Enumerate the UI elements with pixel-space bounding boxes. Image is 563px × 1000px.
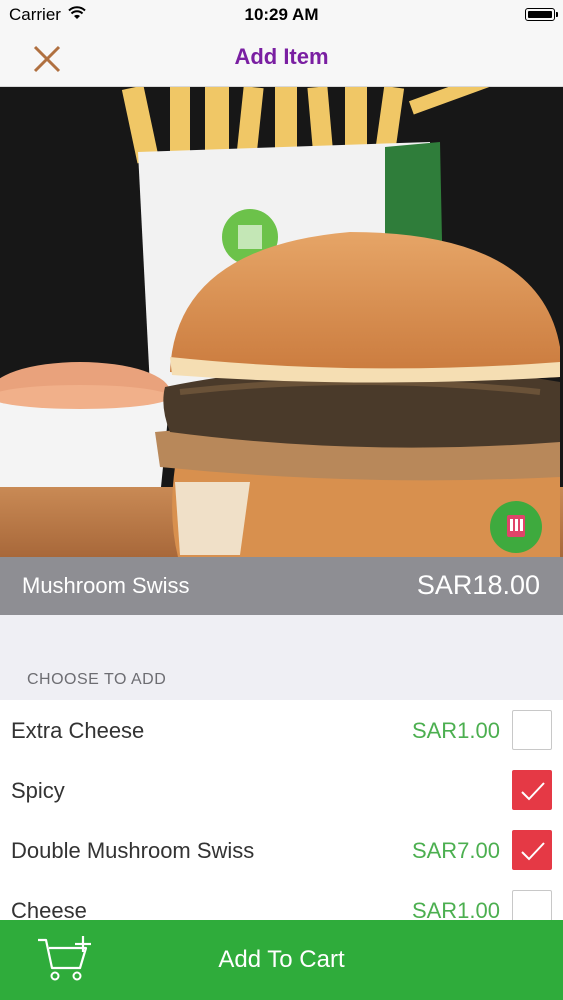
page-title: Add Item — [234, 44, 329, 69]
checkmark-icon — [521, 842, 545, 861]
status-bar: Carrier 10:29 AM — [0, 0, 563, 30]
navigation-bar: Add Item — [0, 30, 563, 87]
option-row-spicy[interactable]: Spicy — [0, 760, 563, 820]
clock: 10:29 AM — [244, 5, 319, 24]
item-photo — [0, 87, 563, 557]
option-price: SAR7.00 — [411, 838, 500, 863]
item-name: Mushroom Swiss — [22, 573, 190, 598]
options-section-header: CHOOSE TO ADD — [27, 671, 167, 688]
option-label: Extra Cheese — [11, 718, 145, 743]
checkmark-icon — [521, 782, 545, 801]
option-label: Double Mushroom Swiss — [11, 838, 255, 863]
option-checkbox-double-mushroom-swiss[interactable] — [512, 830, 552, 870]
option-row-extra-cheese[interactable]: Extra Cheese SAR1.00 — [0, 700, 563, 760]
add-to-cart-button[interactable]: Add To Cart — [0, 920, 563, 1000]
item-price: SAR18.00 — [416, 570, 540, 600]
option-row-double-mushroom-swiss[interactable]: Double Mushroom Swiss SAR7.00 — [0, 820, 563, 880]
option-label: Spicy — [11, 778, 65, 803]
option-checkbox-spicy[interactable] — [512, 770, 552, 810]
battery-icon — [525, 8, 558, 21]
option-price: SAR1.00 — [411, 718, 500, 743]
item-price-bar: Mushroom Swiss SAR18.00 — [0, 557, 563, 615]
option-checkbox-extra-cheese[interactable] — [512, 710, 552, 750]
add-to-cart-label: Add To Cart — [218, 946, 345, 973]
